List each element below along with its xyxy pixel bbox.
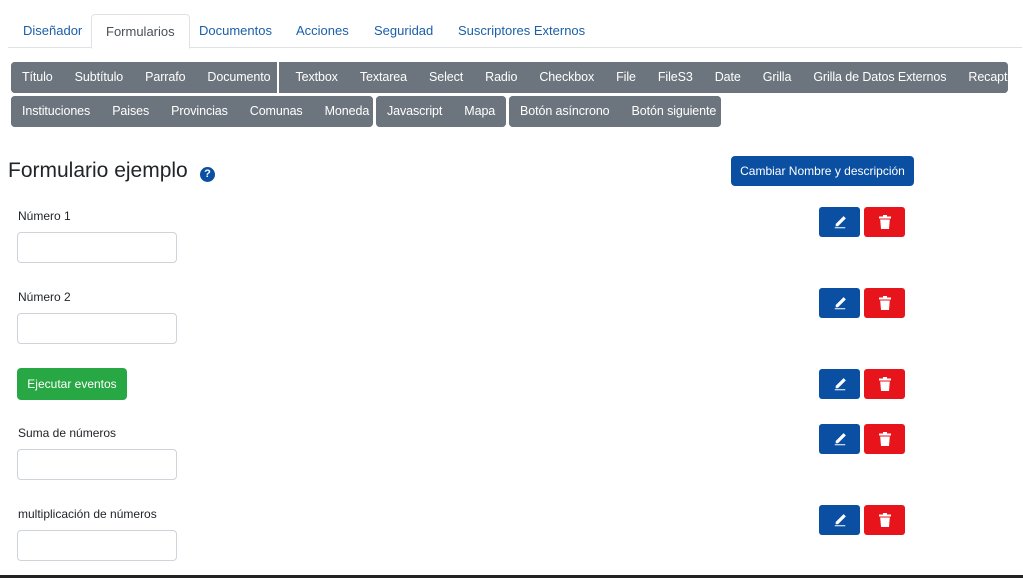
toolbar-file-button[interactable]: File — [605, 62, 647, 93]
toolbar-group-divider — [277, 62, 279, 93]
tab-suscriptores-externos[interactable]: Suscriptores Externos — [458, 14, 585, 48]
toolbar-parrafo-button[interactable]: Parrafo — [134, 62, 197, 93]
toolbar-boton-asincrono-button[interactable]: Botón asíncrono — [509, 96, 621, 127]
edit-field-2-button[interactable] — [819, 288, 860, 318]
multiplicacion-input[interactable] — [17, 530, 177, 561]
tab-disenador[interactable]: Diseñador — [23, 14, 82, 48]
field-label-suma: Suma de números — [18, 426, 117, 440]
tab-formularios[interactable]: Formularios — [91, 14, 190, 49]
edit-field-1-button[interactable] — [819, 207, 860, 237]
field-label-numero-2: Número 2 — [18, 290, 71, 304]
pencil-icon — [834, 433, 846, 446]
rename-form-button[interactable]: Cambiar Nombre y descripción — [731, 156, 914, 186]
trash-icon — [878, 513, 891, 527]
tab-seguridad[interactable]: Seguridad — [374, 14, 433, 48]
toolbar-recaptcha-button[interactable]: Recaptcha — [957, 62, 1008, 93]
tab-acciones[interactable]: Acciones — [296, 14, 349, 48]
numero-1-input[interactable] — [17, 232, 177, 263]
tab-documentos[interactable]: Documentos — [199, 14, 272, 48]
edit-field-5-button[interactable] — [819, 505, 860, 535]
toolbar-textarea-button[interactable]: Textarea — [348, 62, 418, 93]
trash-icon — [878, 296, 891, 310]
help-icon[interactable]: ? — [200, 167, 215, 182]
toolbar-row-2-group-1: Instituciones Paises Provincias Comunas … — [11, 96, 373, 127]
toolbar-moneda-button[interactable]: Moneda — [313, 96, 373, 127]
toolbar-provincias-button[interactable]: Provincias — [160, 96, 239, 127]
delete-field-3-button[interactable] — [864, 369, 905, 399]
form-title: Formulario ejemplo — [8, 159, 188, 182]
pencil-icon — [834, 216, 846, 229]
trash-icon — [878, 432, 891, 446]
toolbar-boton-siguiente-button[interactable]: Botón siguiente — [620, 96, 721, 127]
toolbar-date-button[interactable]: Date — [703, 62, 752, 93]
toolbar-titulo-button[interactable]: Título — [11, 62, 64, 93]
ejecutar-eventos-button[interactable]: Ejecutar eventos — [17, 368, 127, 400]
toolbar-checkbox-button[interactable]: Checkbox — [528, 62, 606, 93]
edit-field-3-button[interactable] — [819, 369, 860, 399]
toolbar-select-button[interactable]: Select — [418, 62, 475, 93]
toolbar-files3-button[interactable]: FileS3 — [646, 62, 704, 93]
toolbar-grilla-datos-externos-button[interactable]: Grilla de Datos Externos — [802, 62, 958, 93]
delete-field-1-button[interactable] — [864, 207, 905, 237]
toolbar-comunas-button[interactable]: Comunas — [238, 96, 314, 127]
edit-field-4-button[interactable] — [819, 424, 860, 454]
toolbar-mapa-button[interactable]: Mapa — [453, 96, 506, 127]
tab-bar: Diseñador Formularios Documentos Accione… — [8, 14, 1022, 49]
numero-2-input[interactable] — [17, 313, 177, 344]
field-label-multiplicacion: multiplicación de números — [18, 507, 157, 521]
toolbar-subtitulo-button[interactable]: Subtítulo — [63, 62, 135, 93]
pencil-icon — [834, 297, 846, 310]
delete-field-4-button[interactable] — [864, 424, 905, 454]
field-label-numero-1: Número 1 — [18, 209, 71, 223]
toolbar-documento-button[interactable]: Documento — [196, 62, 282, 93]
toolbar-textbox-button[interactable]: Textbox — [281, 62, 349, 93]
toolbar-row-1: Título Subtítulo Parrafo Documento Textb… — [11, 62, 1008, 93]
toolbar-row-2-group-3: Botón asíncrono Botón siguiente — [509, 96, 721, 127]
pencil-icon — [834, 514, 846, 527]
delete-field-5-button[interactable] — [864, 505, 905, 535]
toolbar-paises-button[interactable]: Paises — [101, 96, 161, 127]
trash-icon — [878, 377, 891, 391]
pencil-icon — [834, 378, 846, 391]
trash-icon — [878, 215, 891, 229]
suma-input[interactable] — [17, 449, 177, 480]
delete-field-2-button[interactable] — [864, 288, 905, 318]
toolbar-instituciones-button[interactable]: Instituciones — [11, 96, 102, 127]
toolbar-grilla-button[interactable]: Grilla — [751, 62, 803, 93]
toolbar-javascript-button[interactable]: Javascript — [376, 96, 454, 127]
toolbar-row-2-group-2: Javascript Mapa — [376, 96, 506, 127]
toolbar-radio-button[interactable]: Radio — [474, 62, 529, 93]
